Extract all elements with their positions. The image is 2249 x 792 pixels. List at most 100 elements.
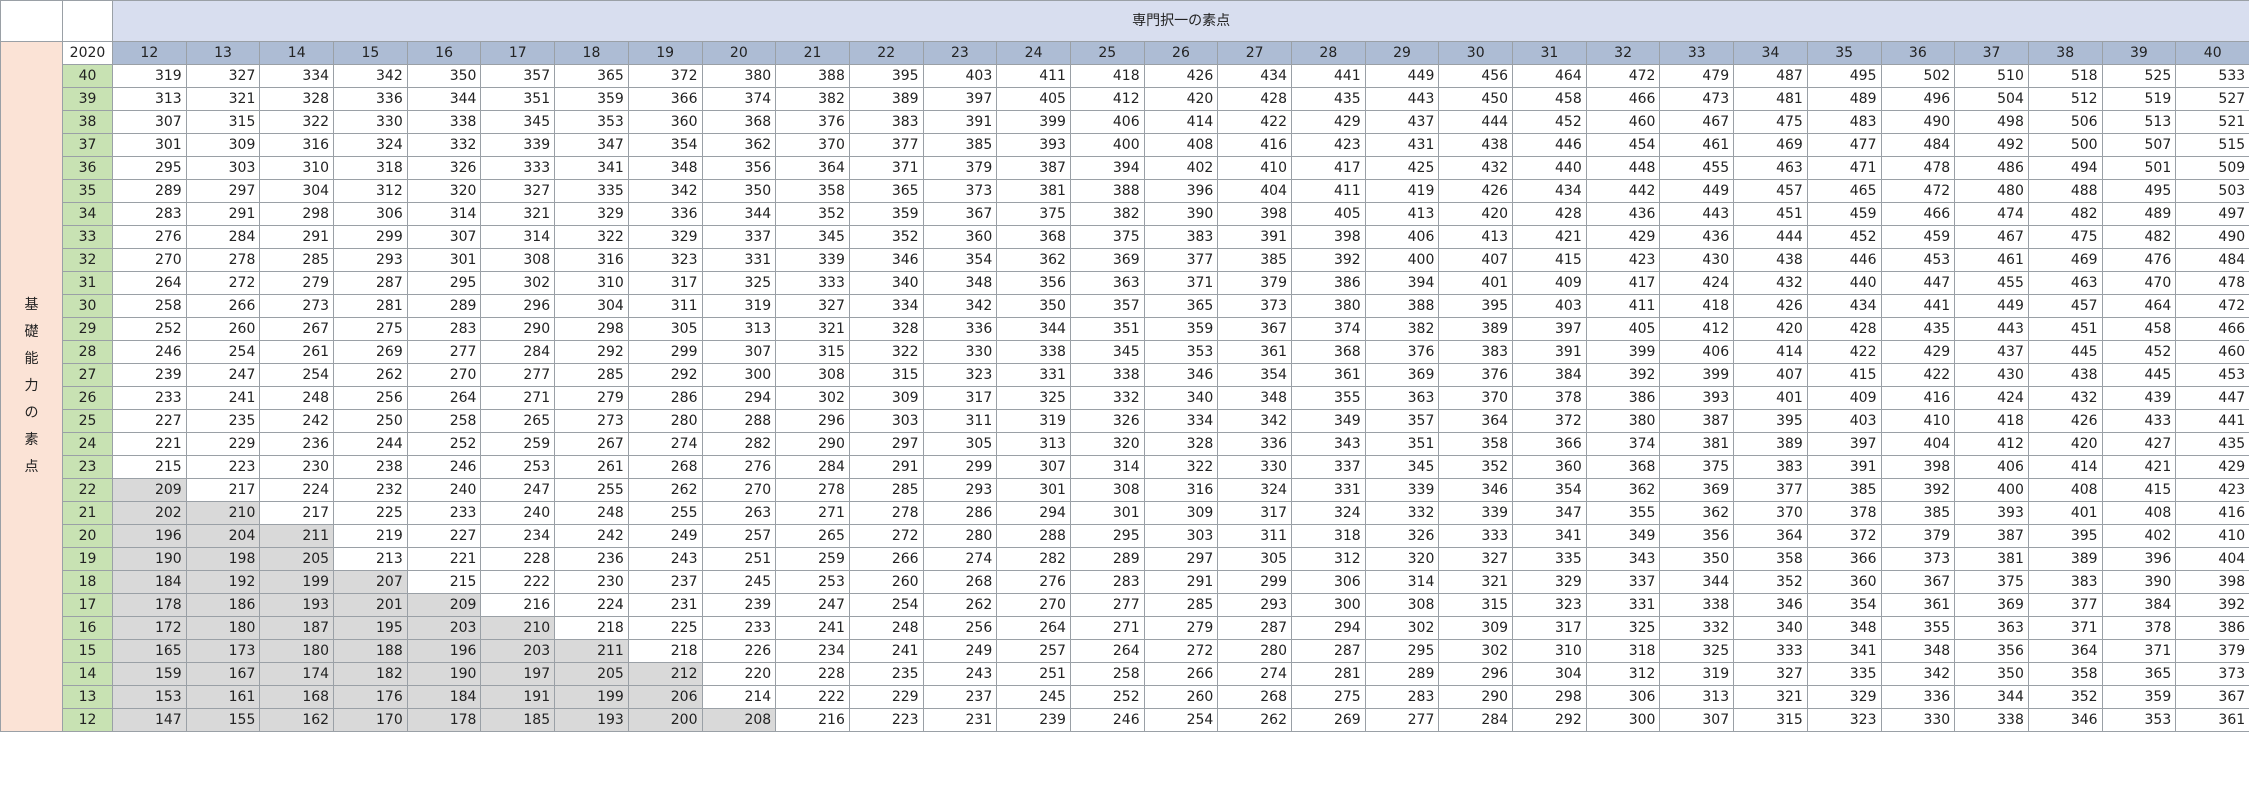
- score-cell[interactable]: 484: [2175, 248, 2249, 272]
- score-cell[interactable]: 290: [775, 432, 850, 456]
- score-cell[interactable]: 364: [775, 156, 850, 180]
- score-cell[interactable]: 283: [112, 202, 187, 226]
- score-cell[interactable]: 533: [2175, 64, 2249, 88]
- column-header[interactable]: 31: [1512, 41, 1587, 65]
- score-cell[interactable]: 457: [2027, 294, 2103, 318]
- score-cell[interactable]: 417: [1585, 271, 1661, 295]
- score-cell[interactable]: 255: [627, 501, 703, 525]
- score-cell[interactable]: 337: [1291, 455, 1366, 479]
- column-header[interactable]: 22: [848, 41, 924, 65]
- score-cell[interactable]: 344: [996, 317, 1071, 341]
- score-cell[interactable]: 395: [848, 64, 924, 88]
- score-cell[interactable]: 330: [1880, 708, 1956, 732]
- score-cell[interactable]: 389: [1438, 317, 1514, 341]
- score-cell[interactable]: 330: [333, 110, 408, 134]
- score-cell[interactable]: 354: [627, 133, 703, 157]
- score-cell[interactable]: 255: [554, 478, 629, 502]
- score-cell[interactable]: 406: [1069, 110, 1145, 134]
- score-cell[interactable]: 432: [1733, 271, 1808, 295]
- score-cell[interactable]: 254: [259, 363, 335, 387]
- row-header[interactable]: 34: [62, 202, 113, 226]
- score-cell[interactable]: 352: [1733, 570, 1808, 594]
- score-cell[interactable]: 362: [1585, 478, 1661, 502]
- score-cell[interactable]: 294: [701, 386, 777, 410]
- score-cell[interactable]: 289: [1364, 662, 1440, 686]
- score-cell[interactable]: 382: [1364, 317, 1440, 341]
- score-cell[interactable]: 257: [996, 639, 1071, 663]
- score-cell[interactable]: 365: [848, 179, 924, 203]
- score-cell[interactable]: 339: [1364, 478, 1440, 502]
- row-header[interactable]: 20: [62, 524, 113, 548]
- score-cell[interactable]: 267: [554, 432, 629, 456]
- score-cell[interactable]: 318: [1291, 524, 1366, 548]
- score-cell[interactable]: 188: [333, 639, 408, 663]
- score-cell[interactable]: 356: [1659, 524, 1735, 548]
- score-cell[interactable]: 375: [996, 202, 1071, 226]
- score-cell[interactable]: 260: [185, 317, 261, 341]
- score-cell[interactable]: 178: [112, 593, 187, 617]
- score-cell[interactable]: 367: [1217, 317, 1292, 341]
- score-cell[interactable]: 416: [2175, 501, 2249, 525]
- score-cell[interactable]: 291: [848, 455, 924, 479]
- score-cell[interactable]: 502: [1880, 64, 1956, 88]
- score-cell[interactable]: 280: [627, 409, 703, 433]
- score-cell[interactable]: 308: [1364, 593, 1440, 617]
- score-cell[interactable]: 381: [1659, 432, 1735, 456]
- score-cell[interactable]: 406: [1954, 455, 2029, 479]
- score-cell[interactable]: 388: [775, 64, 850, 88]
- score-cell[interactable]: 426: [1733, 294, 1808, 318]
- score-cell[interactable]: 338: [1954, 708, 2029, 732]
- score-cell[interactable]: 237: [922, 685, 998, 709]
- score-cell[interactable]: 438: [2027, 363, 2103, 387]
- score-cell[interactable]: 363: [1364, 386, 1440, 410]
- score-cell[interactable]: 349: [1291, 409, 1366, 433]
- score-cell[interactable]: 492: [1954, 133, 2029, 157]
- score-cell[interactable]: 435: [2175, 432, 2249, 456]
- score-cell[interactable]: 269: [1291, 708, 1366, 732]
- score-cell[interactable]: 326: [1069, 409, 1145, 433]
- score-cell[interactable]: 225: [627, 616, 703, 640]
- score-cell[interactable]: 338: [1659, 593, 1735, 617]
- score-cell[interactable]: 333: [1438, 524, 1514, 548]
- score-cell[interactable]: 284: [480, 340, 556, 364]
- score-cell[interactable]: 363: [1954, 616, 2029, 640]
- score-cell[interactable]: 305: [1217, 547, 1292, 571]
- score-cell[interactable]: 241: [185, 386, 261, 410]
- score-cell[interactable]: 488: [2027, 179, 2103, 203]
- score-cell[interactable]: 259: [480, 432, 556, 456]
- score-cell[interactable]: 309: [1143, 501, 1219, 525]
- score-cell[interactable]: 297: [848, 432, 924, 456]
- score-cell[interactable]: 247: [775, 593, 850, 617]
- score-cell[interactable]: 406: [1364, 225, 1440, 249]
- score-cell[interactable]: 386: [1585, 386, 1661, 410]
- score-cell[interactable]: 241: [775, 616, 850, 640]
- score-cell[interactable]: 370: [775, 133, 850, 157]
- score-cell[interactable]: 459: [1880, 225, 1956, 249]
- score-cell[interactable]: 372: [1806, 524, 1882, 548]
- score-cell[interactable]: 448: [1585, 156, 1661, 180]
- score-cell[interactable]: 389: [1733, 432, 1808, 456]
- score-cell[interactable]: 240: [406, 478, 482, 502]
- score-cell[interactable]: 215: [406, 570, 482, 594]
- row-header[interactable]: 15: [62, 639, 113, 663]
- score-cell[interactable]: 410: [1880, 409, 1956, 433]
- score-cell[interactable]: 393: [996, 133, 1071, 157]
- score-cell[interactable]: 230: [259, 455, 335, 479]
- score-cell[interactable]: 294: [1291, 616, 1366, 640]
- score-cell[interactable]: 210: [480, 616, 556, 640]
- column-header[interactable]: 17: [480, 41, 556, 65]
- score-cell[interactable]: 308: [480, 248, 556, 272]
- score-cell[interactable]: 400: [1364, 248, 1440, 272]
- score-cell[interactable]: 513: [2101, 110, 2177, 134]
- score-cell[interactable]: 401: [2027, 501, 2103, 525]
- score-cell[interactable]: 333: [480, 156, 556, 180]
- year-cell[interactable]: 2020: [62, 41, 113, 65]
- score-cell[interactable]: 291: [185, 202, 261, 226]
- score-cell[interactable]: 329: [627, 225, 703, 249]
- score-cell[interactable]: 282: [996, 547, 1071, 571]
- score-cell[interactable]: 212: [627, 662, 703, 686]
- score-cell[interactable]: 376: [1364, 340, 1440, 364]
- score-cell[interactable]: 246: [112, 340, 187, 364]
- score-cell[interactable]: 305: [922, 432, 998, 456]
- score-cell[interactable]: 385: [922, 133, 998, 157]
